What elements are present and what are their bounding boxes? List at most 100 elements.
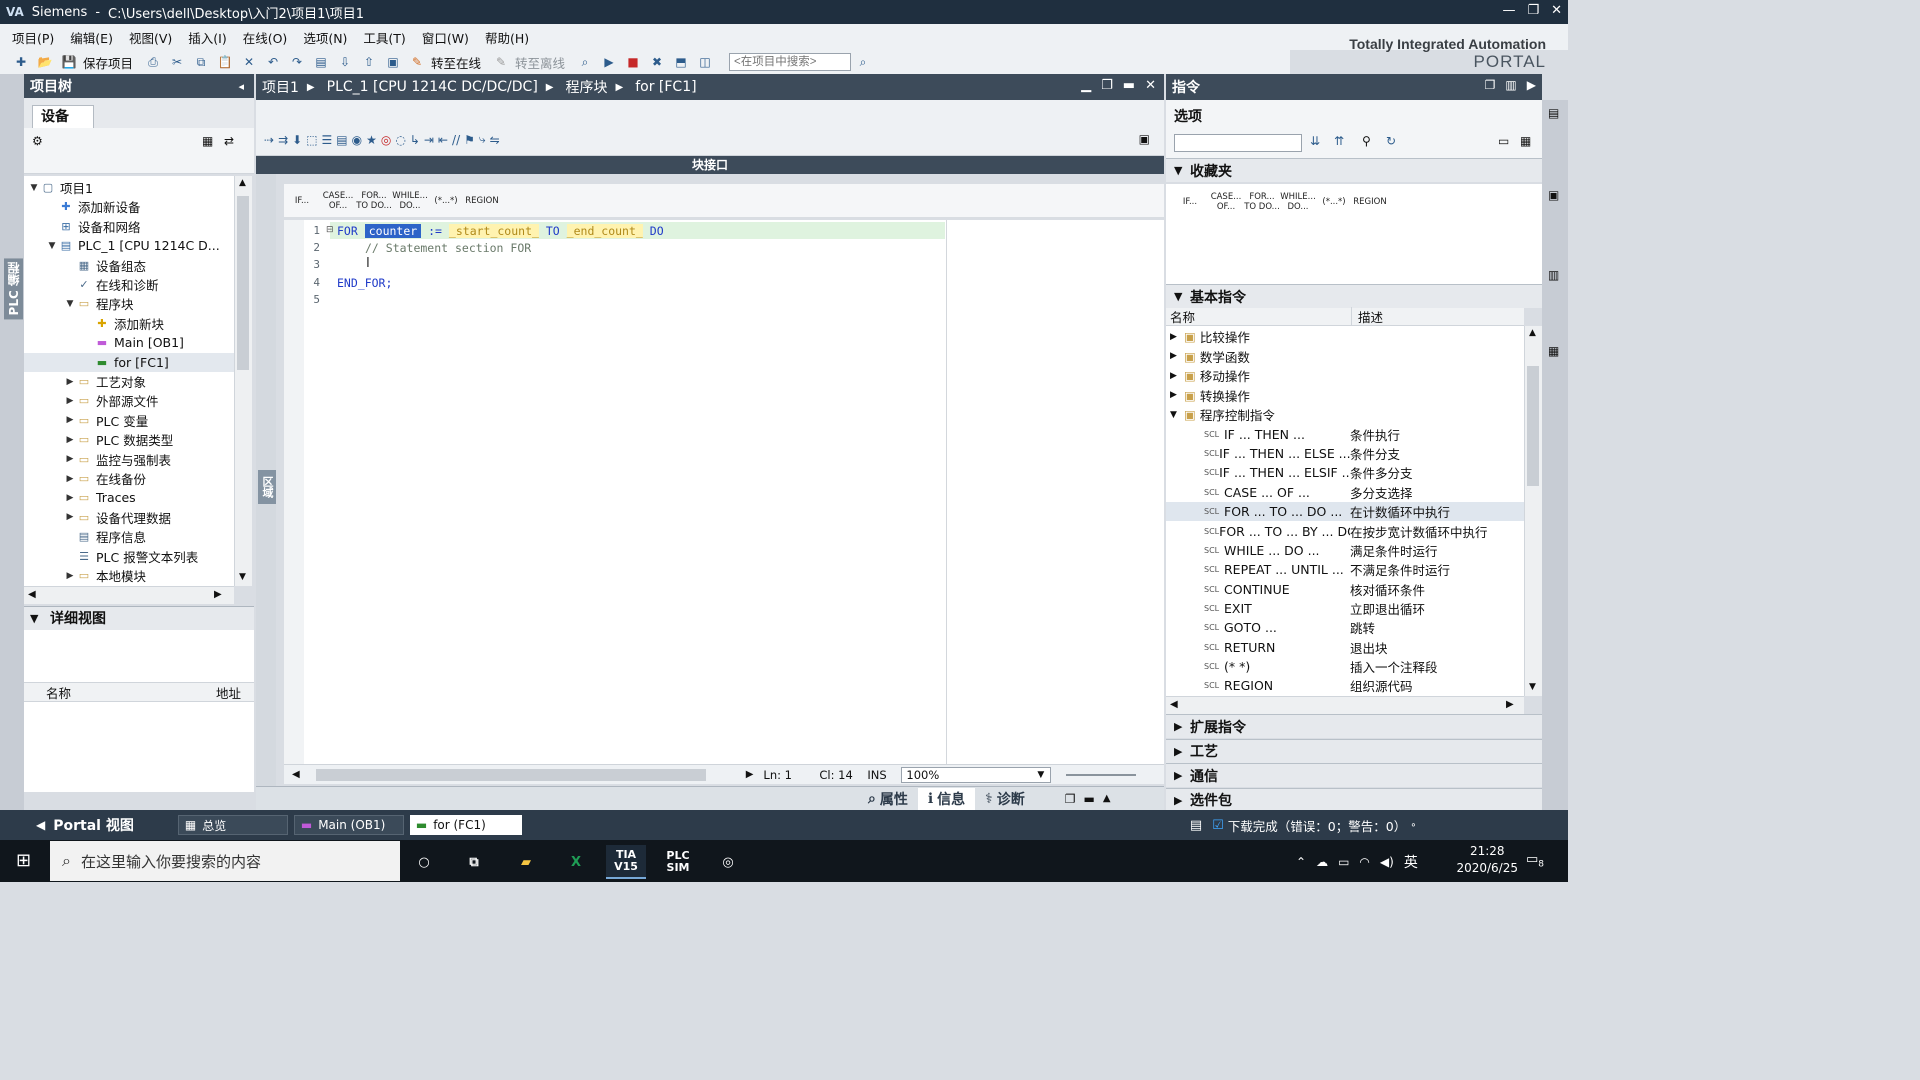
cut-icon[interactable]: ✂ xyxy=(168,54,186,70)
windows-start-icon[interactable]: ⊞ xyxy=(16,850,31,871)
favorites-section[interactable]: ▼ 收藏夹 xyxy=(1166,158,1542,182)
scroll-left-icon[interactable]: ◀ xyxy=(1170,699,1178,710)
end-count-placeholder[interactable]: _end_count_ xyxy=(566,224,643,238)
snippet-button[interactable]: REGION xyxy=(465,186,499,216)
instruction-row[interactable]: SCL WHILE ... DO ... 满足条件时运行 xyxy=(1166,541,1524,561)
battery-icon[interactable]: ▭ xyxy=(1338,855,1349,869)
snippet-button[interactable]: CASE... OF... xyxy=(321,186,355,216)
hscroll-left-icon[interactable]: ◀ xyxy=(292,769,300,780)
download-status-text[interactable]: 下载完成（错误：0；警告：0） xyxy=(1228,816,1406,835)
download-icon[interactable]: ⇩ xyxy=(336,54,354,70)
snippet-button[interactable]: REGION xyxy=(1353,187,1387,217)
scroll-up-icon[interactable]: ▲ xyxy=(1529,328,1536,338)
snippet-button[interactable]: IF... xyxy=(1173,187,1207,217)
portal-view-button[interactable]: Portal 视图 xyxy=(53,815,134,835)
search-up-icon[interactable]: ⇈ xyxy=(1334,134,1344,148)
tree-item[interactable]: ▼ ▤ PLC_1 [CPU 1214C D... xyxy=(24,236,234,255)
indent-icon[interactable]: ⇥ xyxy=(424,133,434,147)
tree-item[interactable]: ✓ 在线和诊断 xyxy=(24,275,234,294)
menu-tools[interactable]: 工具(T) xyxy=(363,28,405,47)
libraries-task-icon[interactable]: ▦ xyxy=(1548,344,1559,358)
search-go-icon[interactable]: ⌕ xyxy=(854,54,872,70)
minimize-button[interactable]: — xyxy=(1502,3,1515,18)
close-button[interactable]: ✕ xyxy=(1551,3,1562,18)
inspector-float-icon[interactable]: ❐ xyxy=(1065,792,1076,806)
tree-item[interactable]: ▶ ▭ PLC 变量 xyxy=(24,411,234,430)
main-ob1-tab[interactable]: ▬ Main (OB1) xyxy=(293,815,404,835)
redo-icon[interactable]: ↷ xyxy=(288,54,306,70)
tree-item[interactable]: ▶ ▭ 本地模块 xyxy=(24,566,234,585)
instruction-section[interactable]: ▶ 扩展指令 xyxy=(1166,714,1542,738)
print-icon[interactable]: ⎙ xyxy=(144,54,162,70)
new-project-icon[interactable]: ✚ xyxy=(12,54,30,70)
compare-icon[interactable]: ⇋ xyxy=(490,133,500,147)
menu-insert[interactable]: 插入(I) xyxy=(188,28,226,47)
code-line-1[interactable]: FOR counter := _start_count_ TO _end_cou… xyxy=(337,224,664,238)
breakpoint-icon[interactable]: ◎ xyxy=(381,133,391,147)
clear-breakpoint-icon[interactable]: ◌ xyxy=(395,133,405,147)
editor-float-button[interactable]: ❐ xyxy=(1101,78,1113,93)
menu-online[interactable]: 在线(O) xyxy=(243,28,288,47)
go-offline-button[interactable]: 转至离线 xyxy=(515,53,565,72)
collapse-panel-icon[interactable]: ◂ xyxy=(238,80,244,93)
cross-reference-icon[interactable]: ✖ xyxy=(648,54,666,70)
fold-icon[interactable]: ⊟ xyxy=(326,225,334,235)
collapsed-arrow-icon[interactable]: ▶ xyxy=(64,396,76,406)
tree-item[interactable]: ▶ ▭ 设备代理数据 xyxy=(24,508,234,527)
cortana-icon[interactable]: ○ xyxy=(404,845,444,879)
detail-view-header[interactable]: ▼ 详细视图 xyxy=(24,606,254,630)
menu-edit[interactable]: 编辑(E) xyxy=(70,28,113,47)
absolute-operands-icon[interactable]: ▤ xyxy=(336,133,347,147)
delete-row-icon[interactable]: ⬚ xyxy=(306,133,317,147)
devices-tab[interactable]: 设备 xyxy=(32,105,94,128)
file-explorer-icon[interactable]: ▰ xyxy=(506,845,546,879)
tree-item[interactable]: ▶ ▭ 外部源文件 xyxy=(24,391,234,410)
tree-item[interactable]: ▤ 程序信息 xyxy=(24,527,234,546)
tasks-task-icon[interactable]: ▥ xyxy=(1548,268,1559,282)
instruction-group[interactable]: ▶ ▣ 转换操作 xyxy=(1166,386,1524,406)
paste-icon[interactable]: 📋 xyxy=(216,54,234,70)
snippet-button[interactable]: FOR... TO DO... xyxy=(1244,187,1280,217)
instruction-section[interactable]: ▶ 工艺 xyxy=(1166,738,1542,763)
tree-item[interactable]: ▦ 设备组态 xyxy=(24,256,234,275)
taskbar-clock[interactable]: 21:28 2020/6/25 xyxy=(1456,843,1518,877)
align-icon[interactable]: ☰ xyxy=(322,133,333,147)
scroll-up-icon[interactable]: ▲ xyxy=(239,178,246,188)
copy-icon[interactable]: ⧉ xyxy=(192,54,210,70)
onedrive-icon[interactable]: ☁ xyxy=(1316,855,1328,869)
tree-item[interactable]: ▶ ▭ PLC 数据类型 xyxy=(24,430,234,449)
notification-center-icon[interactable]: ▭8 xyxy=(1526,852,1544,870)
expanded-arrow-icon[interactable]: ▼ xyxy=(46,241,58,251)
expanded-arrow-icon[interactable]: ▼ xyxy=(28,183,40,193)
instruction-row[interactable]: SCL (* *) 插入一个注释段 xyxy=(1166,657,1524,677)
menu-options[interactable]: 选项(N) xyxy=(303,28,347,47)
task-view-icon[interactable]: ⧉ xyxy=(454,845,494,879)
menu-help[interactable]: 帮助(H) xyxy=(485,28,529,47)
instruction-row[interactable]: SCL IF ... THEN ... 条件执行 xyxy=(1166,425,1524,445)
instruction-row[interactable]: SCL EXIT 立即退出循环 xyxy=(1166,599,1524,619)
upload-icon[interactable]: ⇧ xyxy=(360,54,378,70)
test-task-icon[interactable]: ▣ xyxy=(1548,188,1559,202)
delete-icon[interactable]: ✕ xyxy=(240,54,258,70)
bookmark-icon[interactable]: ⚑ xyxy=(464,133,475,147)
instruction-row[interactable]: SCL CONTINUE 核对循环条件 xyxy=(1166,579,1524,599)
status-icon[interactable]: ▤ xyxy=(1190,818,1202,833)
instructions-float-icon[interactable]: ❐ xyxy=(1485,78,1496,92)
go-offline-icon[interactable]: ✎ xyxy=(492,54,510,70)
excel-icon[interactable]: X xyxy=(556,845,596,879)
instruction-group[interactable]: ▶ ▣ 比较操作 xyxy=(1166,327,1524,347)
instruction-group[interactable]: ▶ ▣ 数学函数 xyxy=(1166,347,1524,367)
instruction-row[interactable]: SCLFOR ... TO ... BY ... DO...在按步宽计数循环中执… xyxy=(1166,521,1524,541)
breadcrumb-block[interactable]: for [FC1] xyxy=(635,79,696,95)
inspector-expand-icon[interactable]: ▲ xyxy=(1103,793,1111,804)
instructions-hscrollbar[interactable]: ◀ ▶ xyxy=(1166,696,1524,714)
tray-expand-icon[interactable]: ⌃ xyxy=(1296,855,1306,869)
view-list-icon[interactable]: ▭ xyxy=(1498,134,1509,148)
editor-maximize-button[interactable]: ▬ xyxy=(1123,78,1135,93)
section-expand-icon[interactable]: ▶ xyxy=(1174,745,1190,758)
editor-close-button[interactable]: ✕ xyxy=(1145,78,1156,93)
tree-item[interactable]: ▼ ▭ 程序块 xyxy=(24,294,234,313)
search-down-icon[interactable]: ⇊ xyxy=(1310,134,1320,148)
windows-search-box[interactable]: ⌕ 在这里输入你要搜索的内容 xyxy=(50,841,400,881)
go-online-button[interactable]: 转至在线 xyxy=(431,53,481,72)
